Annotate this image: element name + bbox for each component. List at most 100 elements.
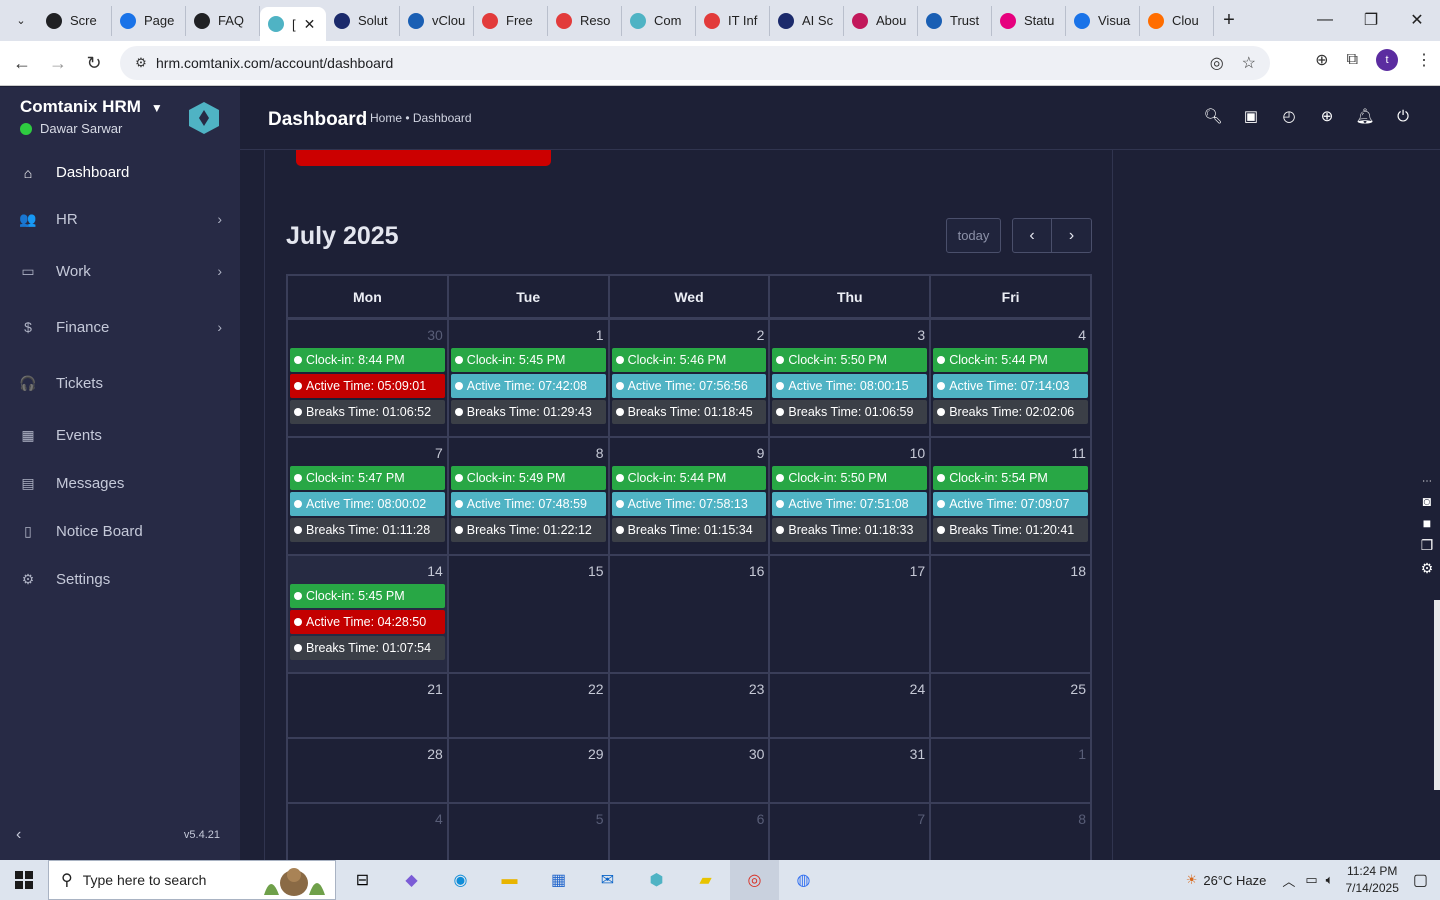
- network-icon[interactable]: ▭: [1305, 872, 1317, 888]
- browser-tab[interactable]: Reso: [548, 5, 622, 36]
- weather-widget[interactable]: ☀ 26°C Haze: [1186, 872, 1267, 888]
- calendar-event[interactable]: Clock-in: 5:49 PM: [450, 466, 606, 490]
- calendar-event[interactable]: Breaks Time: 01:18:33: [772, 518, 928, 542]
- day-number[interactable]: 5: [596, 811, 604, 827]
- day-number[interactable]: 1: [1078, 746, 1086, 762]
- calendar-event[interactable]: Clock-in: 8:44 PM: [290, 348, 445, 372]
- day-number[interactable]: 15: [588, 563, 604, 579]
- ms-store-icon[interactable]: ▦: [534, 860, 583, 900]
- sticky-note-icon[interactable]: ▣: [1242, 107, 1260, 125]
- restore-button[interactable]: ❐: [1348, 0, 1394, 40]
- pin-icon[interactable]: ⋯: [1422, 476, 1432, 487]
- sidebar-item-dashboard[interactable]: ⌂ Dashboard: [0, 150, 240, 195]
- calendar-event[interactable]: Clock-in: 5:47 PM: [290, 466, 445, 490]
- calendar-day-cell[interactable]: 4: [288, 804, 449, 860]
- day-number[interactable]: 25: [1070, 681, 1086, 697]
- notifications-icon[interactable]: ▢: [1413, 870, 1428, 890]
- minimize-button[interactable]: —: [1302, 0, 1348, 40]
- calendar-event[interactable]: Breaks Time: 01:06:52: [290, 400, 445, 424]
- close-window-button[interactable]: ✕: [1394, 0, 1440, 40]
- calendar-day-cell[interactable]: 22: [449, 674, 610, 737]
- calendar-event[interactable]: Breaks Time: 01:22:12: [450, 518, 606, 542]
- mail-icon[interactable]: ✉: [583, 860, 632, 900]
- browser-tab[interactable]: Abou: [844, 5, 918, 36]
- calendar-day-cell[interactable]: 5: [449, 804, 610, 860]
- calendar-day-cell[interactable]: 1: [931, 739, 1090, 802]
- calendar-day-cell[interactable]: 30: [610, 739, 771, 802]
- breadcrumb[interactable]: Home • Dashboard: [370, 111, 472, 125]
- calendar-day-cell[interactable]: 16: [610, 556, 771, 672]
- prev-month-button[interactable]: ‹: [1012, 218, 1052, 253]
- day-number[interactable]: 11: [1071, 445, 1086, 461]
- sidebar-item-settings[interactable]: ⚙ Settings: [0, 555, 240, 603]
- day-number[interactable]: 6: [757, 811, 765, 827]
- power-icon[interactable]: ⏻: [1394, 107, 1412, 125]
- day-number[interactable]: 9: [757, 445, 765, 461]
- day-number[interactable]: 10: [910, 445, 926, 461]
- calendar-event[interactable]: Active Time: 07:09:07: [933, 492, 1088, 516]
- translate-icon[interactable]: ⊕: [1315, 50, 1328, 70]
- omnibox[interactable]: ⚙ hrm.comtanix.com/account/dashboard ◎ ☆: [120, 46, 1270, 80]
- profile-avatar[interactable]: t: [1376, 49, 1398, 71]
- today-button[interactable]: today: [946, 218, 1001, 253]
- search-icon[interactable]: 🔍︎: [1203, 107, 1222, 125]
- calendar-day-cell[interactable]: 8: [931, 804, 1090, 860]
- calendar-event[interactable]: Active Time: 08:00:02: [290, 492, 445, 516]
- calendar-day-cell[interactable]: 31: [770, 739, 932, 802]
- sidebar-item-work[interactable]: ▭ Work ›: [0, 243, 240, 299]
- day-number[interactable]: 28: [427, 746, 443, 762]
- day-number[interactable]: 7: [435, 445, 443, 461]
- calendar-event[interactable]: Clock-in: 5:46 PM: [611, 348, 767, 372]
- chrome-icon[interactable]: ◎: [730, 860, 779, 900]
- day-number[interactable]: 30: [749, 746, 765, 762]
- bell-icon[interactable]: 🔔︎: [1355, 107, 1374, 125]
- video-icon[interactable]: ■: [1423, 515, 1431, 531]
- tray-chevron-up-icon[interactable]: ︿: [1282, 871, 1295, 890]
- browser-tab[interactable]: Solut: [326, 5, 400, 36]
- calendar-day-cell[interactable]: 7: [770, 804, 932, 860]
- browser-tab[interactable]: Scre: [38, 5, 112, 36]
- calendar-event[interactable]: Active Time: 04:28:50: [290, 610, 445, 634]
- calendar-event[interactable]: Breaks Time: 01:15:34: [611, 518, 767, 542]
- add-circle-icon[interactable]: ⊕: [1318, 107, 1336, 125]
- file-explorer-icon[interactable]: ▬: [485, 860, 534, 900]
- taskbar-search[interactable]: ⚲ Type here to search: [48, 860, 336, 900]
- task-view-icon[interactable]: ⊟: [338, 860, 387, 900]
- day-number[interactable]: 31: [910, 746, 926, 762]
- calendar-day-cell[interactable]: 2 Clock-in: 5:46 PM Active Time: 07:56:56 B…: [610, 320, 771, 436]
- calendar-event[interactable]: Active Time: 07:51:08: [772, 492, 928, 516]
- window-icon[interactable]: ❐: [1421, 537, 1434, 554]
- day-number[interactable]: 30: [427, 327, 443, 343]
- calendar-day-cell[interactable]: 24: [770, 674, 932, 737]
- forward-arrow-icon[interactable]: →: [40, 53, 76, 74]
- settings-gear-icon[interactable]: ⚙: [1421, 560, 1434, 577]
- day-number[interactable]: 24: [910, 681, 926, 697]
- calendar-day-cell[interactable]: 10 Clock-in: 5:50 PM Active Time: 07:51:08…: [770, 438, 932, 554]
- calendar-event[interactable]: Clock-in: 5:44 PM: [611, 466, 767, 490]
- browser-tab[interactable]: IT Inf: [696, 5, 770, 36]
- day-number[interactable]: 4: [1078, 327, 1086, 343]
- calendar-day-cell[interactable]: 4 Clock-in: 5:44 PM Active Time: 07:14:03 B…: [931, 320, 1090, 436]
- close-tab-icon[interactable]: ✕: [304, 16, 316, 33]
- taskbar-clock[interactable]: 11:24 PM 7/14/2025: [1345, 863, 1398, 897]
- tracking-off-icon[interactable]: ◎: [1210, 53, 1224, 73]
- calendar-day-cell[interactable]: 7 Clock-in: 5:47 PM Active Time: 08:00:02 B…: [288, 438, 449, 554]
- browser-menu-icon[interactable]: ⋮: [1416, 50, 1432, 70]
- day-number[interactable]: 8: [1078, 811, 1086, 827]
- calendar-day-cell[interactable]: 23: [610, 674, 771, 737]
- calendar-event[interactable]: Breaks Time: 01:07:54: [290, 636, 445, 660]
- day-number[interactable]: 22: [588, 681, 604, 697]
- calendar-event[interactable]: Active Time: 07:14:03: [933, 374, 1088, 398]
- browser-tab[interactable]: [✕: [260, 7, 326, 41]
- calendar-day-cell[interactable]: 18: [931, 556, 1090, 672]
- copilot-icon[interactable]: ◆: [387, 860, 436, 900]
- clock-icon[interactable]: ◴: [1280, 107, 1298, 125]
- calendar-day-cell[interactable]: 15: [449, 556, 610, 672]
- calendar-event[interactable]: Breaks Time: 01:06:59: [772, 400, 928, 424]
- browser-tab[interactable]: Com: [622, 5, 696, 36]
- calendar-event[interactable]: Clock-in: 5:45 PM: [450, 348, 606, 372]
- browser-tab[interactable]: Page: [112, 5, 186, 36]
- browser-tab[interactable]: Free: [474, 5, 548, 36]
- next-month-button[interactable]: ›: [1052, 218, 1092, 253]
- browser-tab[interactable]: Trust: [918, 5, 992, 36]
